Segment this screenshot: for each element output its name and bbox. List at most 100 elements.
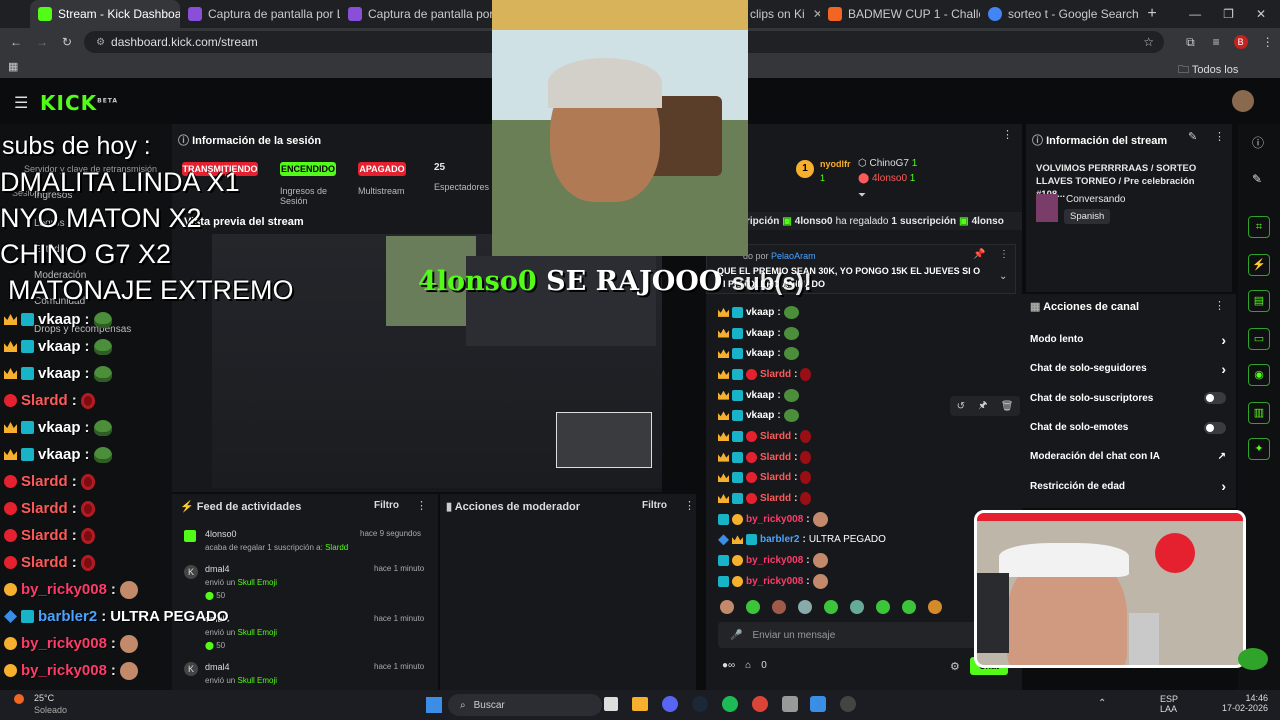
pin-icon[interactable]: 📌 [973, 249, 985, 260]
windows-start-icon[interactable] [426, 697, 442, 713]
chat-username[interactable]: Slardd [760, 431, 791, 442]
activity-filter-button[interactable]: Filtro [374, 500, 399, 511]
chat-message[interactable]: Slardd: [718, 447, 1018, 468]
gifter-name[interactable]: ⬤ 4lonso0 1 [858, 173, 915, 184]
browser-tab[interactable]: Captura de pantalla por Lightsh [340, 0, 492, 28]
minimize-icon[interactable]: — [1189, 7, 1201, 21]
emote-icon[interactable] [824, 600, 838, 614]
profile-avatar[interactable]: B [1233, 35, 1248, 49]
ai-moderation-row[interactable]: Moderación del chat con IA ↗ [1022, 442, 1236, 471]
crop-icon[interactable]: ⌗ [1248, 216, 1270, 238]
apps-grid-icon[interactable]: ▦ [8, 60, 18, 73]
category-name[interactable]: Conversando [1066, 194, 1125, 205]
close-window-icon[interactable]: ✕ [1256, 7, 1266, 21]
chat-username[interactable]: Slardd [760, 472, 791, 483]
channel-actions-menu-icon[interactable]: ⋮ [1214, 299, 1225, 312]
site-info-icon[interactable]: ⚙ [96, 37, 105, 48]
emote-icon[interactable] [720, 600, 734, 614]
wrench-icon[interactable]: ✦ [1248, 438, 1270, 460]
kick-logo[interactable]: KICKBETA [40, 91, 118, 115]
emote-icon[interactable] [876, 600, 890, 614]
browser-tab[interactable]: sorteo t - Google Search ✕ [980, 0, 1140, 28]
new-tab-icon[interactable]: + [1140, 5, 1164, 23]
chat-username[interactable]: vkaap [746, 348, 774, 359]
emotes-only-toggle[interactable] [1204, 421, 1226, 434]
emote-icon[interactable] [772, 600, 786, 614]
expand-icon[interactable]: ⏷ [858, 190, 866, 201]
chat-message[interactable]: by_ricky008: [718, 550, 1018, 571]
broadcast-icon[interactable]: ◉ [1248, 364, 1270, 386]
hamburger-menu-icon[interactable]: ☰ [14, 93, 28, 113]
chat-message[interactable]: vkaap: [718, 343, 1018, 364]
mod-filter-button[interactable]: Filtro [642, 500, 667, 511]
chat-username[interactable]: vkaap [746, 307, 774, 318]
chat-input[interactable]: 🎤 Enviar un mensaje [718, 622, 980, 648]
chat-username[interactable]: vkaap [746, 390, 774, 401]
storage-icon[interactable]: ▥ [1248, 402, 1270, 424]
chat-username[interactable]: by_ricky008 [746, 514, 803, 525]
chat-username[interactable]: Slardd [760, 452, 791, 463]
steam-icon[interactable] [692, 696, 708, 712]
chat-message[interactable]: vkaap: [718, 302, 1018, 323]
bookmark-star-icon[interactable]: ☆ [1143, 35, 1154, 49]
browser-tab[interactable]: Stream - Kick Dashboard ✕ [30, 0, 180, 28]
tray-chevron-icon[interactable]: ⌃ [1098, 698, 1106, 709]
browser-tab[interactable]: BADMEW CUP 1 - Challonge ✕ [820, 0, 980, 28]
obs-icon[interactable] [840, 696, 856, 712]
chat-message[interactable]: Slardd: [718, 364, 1018, 385]
app-icon[interactable] [810, 696, 826, 712]
browser-tab[interactable]: clips on Ki ✕ [750, 0, 820, 28]
taskview-icon[interactable] [604, 697, 618, 711]
menu-kebab-icon[interactable]: ⋮ [1262, 35, 1274, 49]
chat-message[interactable]: Slardd: [718, 426, 1018, 447]
chat-message[interactable]: Slardd: [718, 468, 1018, 489]
info-icon[interactable]: ⓘ [1252, 134, 1264, 151]
spotify-icon[interactable] [722, 696, 738, 712]
chevron-down-icon[interactable]: ⌄ [999, 271, 1007, 282]
app-icon[interactable] [782, 696, 798, 712]
user-avatar[interactable] [1232, 90, 1254, 112]
gifter-name[interactable]: ⬡ ChinoG7 1 [858, 158, 917, 169]
reload-icon[interactable]: ↻ [62, 35, 72, 49]
subscribers-only-toggle[interactable] [1204, 392, 1226, 405]
emote-icon[interactable] [746, 600, 760, 614]
stream-info-menu-icon[interactable]: ⋮ [1214, 130, 1225, 143]
slow-mode-row[interactable]: Modo lento › [1022, 325, 1236, 354]
back-icon[interactable]: ← [10, 35, 22, 49]
emote-icon[interactable] [850, 600, 864, 614]
chat-message[interactable]: vkaap: [718, 323, 1018, 344]
discord-icon[interactable] [662, 696, 678, 712]
chat-message[interactable]: barbler2: ULTRA PEGADO [718, 530, 1018, 551]
forward-icon[interactable]: → [36, 35, 48, 49]
mod-menu-icon[interactable]: ⋮ [684, 499, 695, 512]
points-icon[interactable]: ●∞ [722, 660, 735, 671]
chat-message[interactable]: Slardd: [718, 488, 1018, 509]
chat-username[interactable]: by_ricky008 [746, 555, 803, 566]
chat-username[interactable]: barbler2 [760, 534, 799, 545]
chat-message[interactable]: by_ricky008: [718, 571, 1018, 592]
chat-username[interactable]: vkaap [746, 410, 774, 421]
taskbar-search[interactable]: ⌕ Buscar [448, 694, 602, 716]
bolt-icon[interactable]: ⚡ [1248, 254, 1270, 276]
emote-icon[interactable] [928, 600, 942, 614]
weather-temp[interactable]: 25°C [34, 693, 54, 703]
chat-settings-icon[interactable]: ⚙ [950, 660, 960, 673]
explorer-icon[interactable] [632, 697, 648, 711]
extensions-icon[interactable]: ⧉ [1186, 35, 1195, 50]
close-tab-icon[interactable]: ✕ [805, 7, 820, 21]
restore-icon[interactable]: ❐ [1223, 7, 1234, 21]
chat-message[interactable]: by_ricky008: [718, 509, 1018, 530]
close-tab-icon[interactable]: ✕ [1139, 7, 1140, 21]
age-restriction-row[interactable]: Restricción de edad › [1022, 471, 1236, 500]
activity-menu-icon[interactable]: ⋮ [416, 499, 427, 512]
browser-tab[interactable]: Captura de pantalla por Lightsh ✕ [180, 0, 340, 28]
media-icon[interactable]: ≡ [1213, 35, 1220, 49]
language-indicator[interactable]: ESP LAA [1160, 694, 1178, 714]
pinned-menu-icon[interactable]: ⋮ [999, 249, 1009, 260]
emote-icon[interactable] [798, 600, 812, 614]
clock[interactable]: 14:46 17-02-2026 [1218, 693, 1268, 713]
mic-icon[interactable]: 🎤 [730, 630, 742, 641]
pin-icon[interactable]: 🖈 [978, 398, 987, 415]
chat-username[interactable]: Slardd [760, 493, 791, 504]
pencil-icon[interactable]: ✎ [1252, 172, 1262, 186]
